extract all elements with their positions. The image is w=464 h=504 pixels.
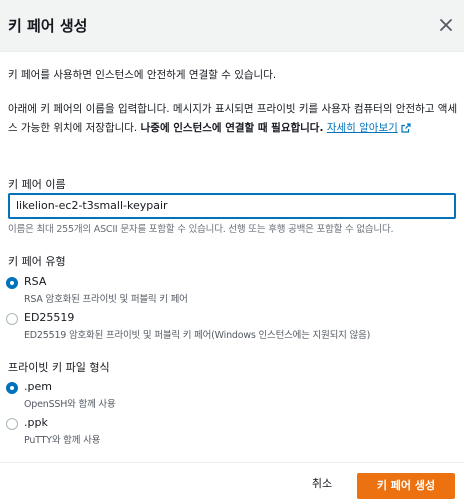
radio-pem[interactable] [6,382,18,394]
dialog-header: 키 페어 생성 [0,0,464,52]
instructions-text: 아래에 키 페어의 이름을 입력합니다. 메시지가 표시되면 프라이빗 키를 사… [8,100,458,138]
key-name-label: 키 페어 이름 [8,178,66,191]
option-ed25519-label[interactable]: ED25519 [24,311,74,324]
close-icon[interactable] [438,17,454,33]
option-ed25519-desc: ED25519 암호화된 프라이빗 및 퍼블릭 키 페어(Windows 인스턴… [24,330,371,341]
external-link-icon[interactable] [401,123,411,133]
dialog-title: 키 페어 생성 [8,17,88,35]
radio-ed25519[interactable] [6,313,18,325]
radio-ppk[interactable] [6,418,18,430]
key-name-hint: 이름은 최대 255개의 ASCII 문자를 포함할 수 있습니다. 선행 또는… [8,224,394,235]
option-ppk-label[interactable]: .ppk [24,416,48,429]
radio-rsa[interactable] [6,277,18,289]
file-format-label: 프라이빗 키 파일 형식 [8,361,110,374]
option-pem-desc: OpenSSH와 함께 사용 [24,399,116,410]
learn-more-label[interactable]: 자세히 알아보기 [327,122,398,134]
key-type-label: 키 페어 유형 [8,255,66,268]
option-rsa-label[interactable]: RSA [24,275,46,288]
option-pem-label[interactable]: .pem [24,380,52,393]
learn-more-link[interactable]: 자세히 알아보기 [327,122,411,134]
create-key-pair-button[interactable]: 키 페어 생성 [357,473,455,499]
instructions-emphasis: 나중에 인스턴스에 연결할 때 필요합니다. [140,122,324,134]
option-rsa-desc: RSA 암호화된 프라이빗 및 퍼블릭 키 페어 [24,294,188,305]
option-ppk-desc: PuTTY와 함께 사용 [24,435,101,446]
intro-text: 키 페어를 사용하면 인스턴스에 안전하게 연결할 수 있습니다. [8,69,277,81]
key-name-input[interactable]: likelion-ec2-t3small-keypair [8,193,456,219]
cancel-button[interactable]: 취소 [300,474,344,494]
